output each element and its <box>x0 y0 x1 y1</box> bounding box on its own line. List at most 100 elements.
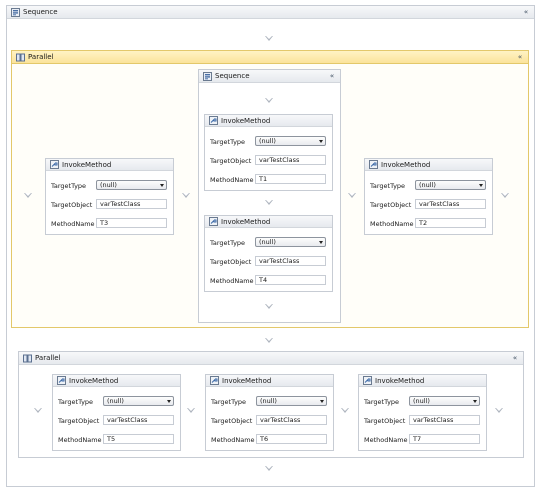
invoke-method-activity-t6[interactable]: InvokeMethod TargetType (null) TargetObj… <box>205 374 334 451</box>
target-object-field[interactable]: varTestClass <box>103 415 174 425</box>
invoke-method-icon <box>57 376 66 385</box>
invoke-method-activity-t5[interactable]: InvokeMethod TargetType (null) TargetObj… <box>52 374 181 451</box>
invoke-method-icon <box>50 160 59 169</box>
collapse-chevron-icon[interactable]: « <box>511 354 519 362</box>
chevron-down-icon <box>320 400 324 403</box>
target-object-field[interactable]: varTestClass <box>255 256 326 266</box>
invoke-method-header[interactable]: InvokeMethod <box>206 375 333 387</box>
target-type-dropdown[interactable]: (null) <box>409 396 480 406</box>
target-type-dropdown[interactable]: (null) <box>415 180 486 190</box>
method-name-label: MethodName <box>370 220 414 228</box>
target-type-label: TargetType <box>210 239 246 247</box>
invoke-method-header[interactable]: InvokeMethod <box>46 159 173 171</box>
target-object-label: TargetObject <box>364 417 406 425</box>
drop-target-arrow[interactable] <box>501 193 509 198</box>
method-name-label: MethodName <box>51 220 95 228</box>
invoke-method-title: InvokeMethod <box>222 376 272 385</box>
drop-target-arrow[interactable] <box>348 193 356 198</box>
parallel-icon <box>23 354 32 363</box>
drop-target-arrow[interactable] <box>495 408 503 413</box>
drop-target-arrow[interactable] <box>265 98 273 103</box>
target-type-value: (null) <box>259 137 276 145</box>
invoke-method-header[interactable]: InvokeMethod <box>359 375 486 387</box>
drop-target-arrow[interactable] <box>265 338 273 343</box>
target-type-value: (null) <box>419 181 436 189</box>
drop-target-arrow[interactable] <box>182 193 190 198</box>
parallel-icon <box>16 53 25 62</box>
target-object-field[interactable]: varTestClass <box>409 415 480 425</box>
invoke-method-title: InvokeMethod <box>69 376 119 385</box>
method-name-field[interactable]: T4 <box>255 275 326 285</box>
method-name-field[interactable]: T6 <box>256 434 327 444</box>
collapse-chevron-icon[interactable]: « <box>328 72 336 80</box>
method-name-field[interactable]: T3 <box>96 218 167 228</box>
chevron-down-icon <box>167 400 171 403</box>
target-object-label: TargetObject <box>210 157 252 165</box>
target-type-dropdown[interactable]: (null) <box>96 180 167 190</box>
target-type-dropdown[interactable]: (null) <box>255 237 326 247</box>
inner-sequence-title: Sequence <box>215 72 250 80</box>
method-name-label: MethodName <box>210 277 254 285</box>
target-type-label: TargetType <box>210 138 246 146</box>
parallel-1-header[interactable]: Parallel « <box>12 51 528 64</box>
inner-sequence-header[interactable]: Sequence « <box>199 70 340 83</box>
method-name-field[interactable]: T1 <box>255 174 326 184</box>
target-object-label: TargetObject <box>211 417 253 425</box>
target-type-dropdown[interactable]: (null) <box>103 396 174 406</box>
method-name-label: MethodName <box>211 436 255 444</box>
invoke-method-icon <box>209 116 218 125</box>
chevron-down-icon <box>473 400 477 403</box>
target-object-label: TargetObject <box>58 417 100 425</box>
invoke-method-activity-t1[interactable]: InvokeMethod TargetType (null) TargetObj… <box>204 114 333 191</box>
invoke-method-header[interactable]: InvokeMethod <box>205 216 332 228</box>
collapse-chevron-icon[interactable]: « <box>522 8 530 16</box>
invoke-method-header[interactable]: InvokeMethod <box>53 375 180 387</box>
method-name-label: MethodName <box>364 436 408 444</box>
chevron-down-icon <box>319 140 323 143</box>
target-object-label: TargetObject <box>51 201 93 209</box>
parallel-2-title: Parallel <box>35 354 61 362</box>
parallel-1-title: Parallel <box>28 53 54 61</box>
target-type-dropdown[interactable]: (null) <box>255 136 326 146</box>
method-name-label: MethodName <box>210 176 254 184</box>
invoke-method-icon <box>209 217 218 226</box>
target-type-label: TargetType <box>211 398 247 406</box>
outer-sequence-header[interactable]: Sequence « <box>7 6 534 19</box>
drop-target-arrow[interactable] <box>265 200 273 205</box>
invoke-method-title: InvokeMethod <box>375 376 425 385</box>
outer-sequence-title: Sequence <box>23 8 58 16</box>
invoke-method-header[interactable]: InvokeMethod <box>365 159 492 171</box>
invoke-method-activity-t7[interactable]: InvokeMethod TargetType (null) TargetObj… <box>358 374 487 451</box>
drop-target-arrow[interactable] <box>265 304 273 309</box>
invoke-method-title: InvokeMethod <box>221 217 271 226</box>
method-name-field[interactable]: T2 <box>415 218 486 228</box>
drop-target-arrow[interactable] <box>24 193 32 198</box>
parallel-2-header[interactable]: Parallel « <box>19 352 523 365</box>
drop-target-arrow[interactable] <box>187 408 195 413</box>
target-object-field[interactable]: varTestClass <box>256 415 327 425</box>
target-type-label: TargetType <box>51 182 87 190</box>
target-type-dropdown[interactable]: (null) <box>256 396 327 406</box>
invoke-method-activity-t3[interactable]: InvokeMethod TargetType (null) TargetObj… <box>45 158 174 235</box>
invoke-method-activity-t2[interactable]: InvokeMethod TargetType (null) TargetObj… <box>364 158 493 235</box>
collapse-chevron-icon[interactable]: « <box>516 53 524 61</box>
target-type-label: TargetType <box>364 398 400 406</box>
target-object-label: TargetObject <box>370 201 412 209</box>
chevron-down-icon <box>319 241 323 244</box>
drop-target-arrow[interactable] <box>265 36 273 41</box>
invoke-method-header[interactable]: InvokeMethod <box>205 115 332 127</box>
invoke-method-icon <box>210 376 219 385</box>
target-type-value: (null) <box>260 397 277 405</box>
invoke-method-activity-t4[interactable]: InvokeMethod TargetType (null) TargetObj… <box>204 215 333 292</box>
target-object-field[interactable]: varTestClass <box>255 155 326 165</box>
target-type-value: (null) <box>259 238 276 246</box>
method-name-field[interactable]: T5 <box>103 434 174 444</box>
target-object-field[interactable]: varTestClass <box>415 199 486 209</box>
drop-target-arrow[interactable] <box>341 408 349 413</box>
target-type-label: TargetType <box>370 182 406 190</box>
drop-target-arrow[interactable] <box>265 466 273 471</box>
target-object-field[interactable]: varTestClass <box>96 199 167 209</box>
invoke-method-title: InvokeMethod <box>221 116 271 125</box>
method-name-field[interactable]: T7 <box>409 434 480 444</box>
drop-target-arrow[interactable] <box>34 408 42 413</box>
